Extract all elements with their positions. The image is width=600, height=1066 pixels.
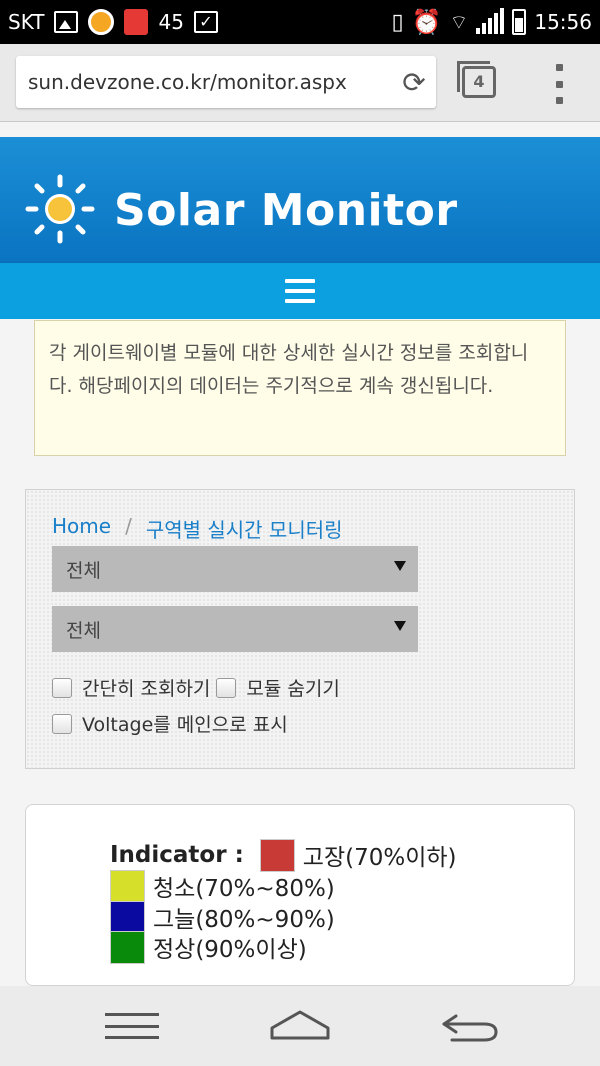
image-icon <box>54 11 79 33</box>
breadcrumb-separator: / <box>125 514 132 538</box>
clean-color-swatch <box>110 869 145 903</box>
sun-logo-icon <box>25 174 95 244</box>
hamburger-menu-icon[interactable] <box>285 279 315 303</box>
site-header: Solar Monitor <box>0 137 600 261</box>
gateway-select-value: 전체 <box>66 559 101 582</box>
wifi-icon: ⌔ <box>449 9 469 34</box>
vibrate-icon: ▯ <box>391 9 404 35</box>
tab-count: 4 <box>473 72 485 91</box>
voltage-main-checkbox[interactable] <box>52 713 72 734</box>
alarm-icon: ⏰ <box>411 8 442 36</box>
indicator-row-normal: 정상(90%이상) <box>110 930 307 964</box>
shade-color-swatch <box>110 900 145 934</box>
simple-view-option[interactable]: 간단히 조회하기 <box>52 674 210 701</box>
dropdown-arrow-icon <box>394 561 406 571</box>
browser-toolbar: sun.devzone.co.kr/monitor.aspx ⟳ 4 <box>0 44 600 122</box>
orange-circle-icon <box>88 9 115 35</box>
breadcrumb: Home / 구역별 실시간 모니터링 <box>52 514 343 543</box>
red-app-icon <box>124 9 149 35</box>
hide-module-option[interactable]: 모듈 숨기기 <box>216 674 340 701</box>
hide-module-checkbox[interactable] <box>216 677 237 698</box>
breadcrumb-home[interactable]: Home <box>52 514 111 543</box>
indicator-row-shade: 그늘(80%~90%) <box>110 900 335 934</box>
hide-module-label: 모듈 숨기기 <box>246 678 340 700</box>
home-button-icon[interactable] <box>268 1008 332 1042</box>
indicator-row-clean: 청소(70%~80%) <box>110 869 335 903</box>
indicator-row-fault: Indicator : 고장(70%이하) <box>110 838 457 872</box>
zone-select[interactable]: 전체 <box>52 606 418 652</box>
tabs-icon[interactable]: 4 <box>457 61 496 98</box>
overflow-menu-icon[interactable] <box>552 64 566 104</box>
reload-icon[interactable]: ⟳ <box>392 66 436 99</box>
zone-select-value: 전체 <box>66 619 101 642</box>
clock: 15:56 <box>534 10 592 34</box>
carrier-label: SKT <box>8 10 45 34</box>
fault-color-swatch <box>259 838 295 872</box>
url-text: sun.devzone.co.kr/monitor.aspx <box>28 70 347 94</box>
info-notice: 각 게이트웨이별 모듈에 대한 상세한 실시간 정보를 조회합니다. 해당페이지… <box>34 320 566 456</box>
status-bar: SKT 45 ✓ ▯ ⏰ ⌔ 15:56 <box>0 0 600 44</box>
fault-label: 고장(70%이하) <box>302 845 457 871</box>
indicator-title: Indicator : <box>110 842 244 868</box>
simple-view-checkbox[interactable] <box>52 677 72 698</box>
url-bar[interactable]: sun.devzone.co.kr/monitor.aspx ⟳ <box>16 56 436 108</box>
simple-view-label: 간단히 조회하기 <box>82 678 211 700</box>
signal-icon <box>476 8 505 34</box>
normal-color-swatch <box>110 930 145 964</box>
notification-count: 45 <box>158 10 184 34</box>
battery-icon <box>512 9 527 35</box>
clean-label: 청소(70%~80%) <box>153 876 335 902</box>
site-title: Solar Monitor <box>114 185 458 236</box>
checkbox-row-2: Voltage를 메인으로 표시 <box>52 710 294 737</box>
voltage-main-option[interactable]: Voltage를 메인으로 표시 <box>52 710 288 737</box>
normal-label: 정상(90%이상) <box>153 937 307 963</box>
check-icon: ✓ <box>193 11 218 33</box>
back-button-icon[interactable] <box>440 1010 500 1044</box>
dropdown-arrow-icon <box>394 621 406 631</box>
indicator-legend: Indicator : 고장(70%이하) 청소(70%~80%) 그늘(80%… <box>25 804 575 986</box>
nav-bar <box>0 261 600 319</box>
filter-panel: Home / 구역별 실시간 모니터링 전체 전체 간단히 조회하기 모듈 숨기… <box>25 489 575 769</box>
menu-button-icon[interactable] <box>105 1013 159 1039</box>
checkbox-row-1: 간단히 조회하기 모듈 숨기기 <box>52 674 346 701</box>
voltage-main-label: Voltage를 메인으로 표시 <box>82 714 288 736</box>
breadcrumb-current[interactable]: 구역별 실시간 모니터링 <box>146 514 343 543</box>
gateway-select[interactable]: 전체 <box>52 546 418 592</box>
shade-label: 그늘(80%~90%) <box>153 907 335 933</box>
system-nav-bar <box>0 986 600 1066</box>
